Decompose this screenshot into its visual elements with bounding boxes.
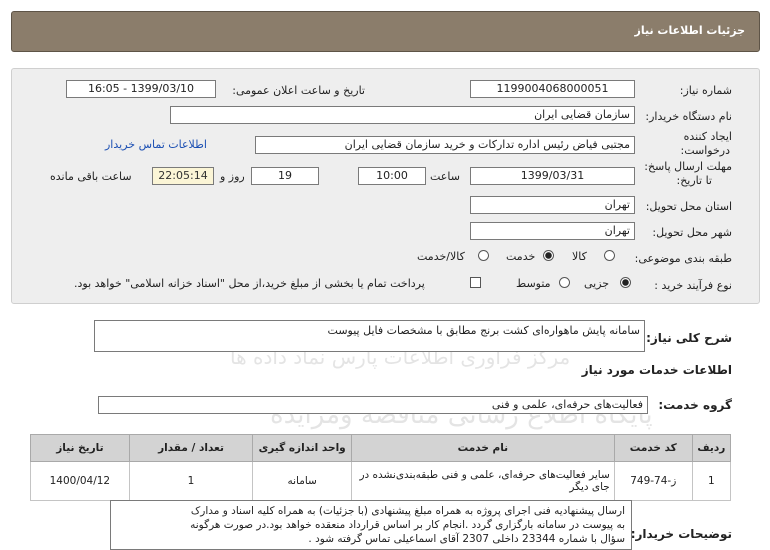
services-table: ردیف کد خدمت نام خدمت واحد اندازه گیری ت… — [30, 434, 732, 501]
announce-field: 1399/03/10 - 16:05 — [66, 80, 216, 98]
days-field: 19 — [251, 167, 319, 185]
treasury-note: پرداخت تمام یا بخشی از مبلغ خرید،از محل … — [74, 277, 425, 290]
treasury-checkbox[interactable] — [470, 277, 481, 288]
category-radio-goods[interactable] — [604, 250, 615, 261]
col-unit: واحد اندازه گیری — [252, 434, 352, 462]
remaining-timer: 22:05:14 — [152, 167, 214, 185]
deadline-label-2: تا تاریخ: — [676, 174, 712, 187]
deadline-time-label: ساعت — [430, 170, 460, 183]
province-field: تهران — [470, 196, 635, 214]
need-number-field: 1199004068000051 — [470, 80, 635, 98]
buyer-notes-line3: سؤال با شماره 23344 داخلی 2307 آقای اسما… — [308, 533, 625, 545]
cell-qty: 1 — [128, 461, 254, 501]
deadline-time-field: 10:00 — [358, 167, 426, 185]
col-date: تاریخ نیاز — [30, 434, 130, 462]
services-heading: اطلاعات خدمات مورد نیاز — [581, 363, 732, 377]
announce-label: تاریخ و ساعت اعلان عمومی: — [232, 84, 365, 97]
cell-code: ز-74-749 — [613, 461, 693, 501]
col-code: کد خدمت — [613, 434, 693, 462]
category-radio-service[interactable] — [543, 250, 554, 261]
province-label: استان محل تحویل: — [645, 200, 732, 213]
deadline-date-field: 1399/03/31 — [470, 167, 635, 185]
remaining-label: ساعت باقی مانده — [50, 170, 132, 183]
page-title-bar: جزئیات اطلاعات نیاز — [11, 11, 760, 52]
col-row: ردیف — [691, 434, 732, 462]
days-label: روز و — [220, 170, 245, 183]
summary-label: شرح کلی نیاز: — [646, 331, 732, 345]
cell-unit: سامانه — [252, 461, 352, 501]
service-group-label: گروه خدمت: — [658, 398, 732, 412]
col-name: نام خدمت — [351, 434, 615, 462]
creator-label-2: درخواست: — [680, 144, 730, 157]
buyer-contact-link[interactable]: اطلاعات تماس خریدار — [105, 138, 207, 151]
cell-date: 1400/04/12 — [30, 461, 130, 501]
creator-field: مجتبی فیاض رئیس اداره تدارکات و خرید ساز… — [255, 136, 635, 154]
buyer-notes-label: توضیحات خریدار: — [630, 527, 732, 541]
city-field: تهران — [470, 222, 635, 240]
page-title: جزئیات اطلاعات نیاز — [634, 24, 746, 37]
deadline-label-1: مهلت ارسال پاسخ: — [644, 160, 732, 173]
need-number-label: شماره نیاز: — [679, 84, 732, 97]
cell-row: 1 — [691, 461, 732, 501]
process-label: نوع فرآیند خرید : — [654, 279, 732, 292]
creator-label-1: ایجاد کننده — [683, 130, 732, 143]
buyer-field: سازمان قضایی ایران — [170, 106, 635, 124]
table-row: 1 ز-74-749 سایر فعالیت‌های حرفه‌ای، علمی… — [30, 461, 732, 501]
service-group-field: فعالیت‌های حرفه‌ای، علمی و فنی — [98, 396, 648, 414]
buyer-notes-line2: به پیوست در سامانه بارگزاری گردد .انجام … — [190, 519, 625, 531]
table-header-row: ردیف کد خدمت نام خدمت واحد اندازه گیری ت… — [30, 434, 732, 462]
category-radio-goods-service[interactable] — [478, 250, 489, 261]
process-radio-medium[interactable] — [559, 277, 570, 288]
col-qty: تعداد / مقدار — [128, 434, 254, 462]
buyer-label: نام دستگاه خریدار: — [645, 110, 732, 123]
buyer-notes-line1: ارسال پیشنهادیه فنی اجرای پروژه به همراه… — [190, 505, 625, 517]
process-radio-partial[interactable] — [620, 277, 631, 288]
summary-text: سامانه پایش ماهواره‌ای کشت برنج مطابق با… — [327, 324, 640, 337]
process-option-medium: متوسط — [516, 277, 551, 290]
category-option-goods-service: کالا/خدمت — [417, 250, 465, 263]
summary-field: سامانه پایش ماهواره‌ای کشت برنج مطابق با… — [94, 320, 645, 352]
need-info-panel — [11, 68, 760, 304]
cell-name: سایر فعالیت‌های حرفه‌ای، علمی و فنی طبقه… — [351, 461, 615, 501]
category-option-service: خدمت — [506, 250, 536, 263]
process-option-partial: جزیی — [584, 277, 610, 290]
city-label: شهر محل تحویل: — [652, 226, 732, 239]
category-option-goods: کالا — [572, 250, 587, 263]
category-label: طبقه بندی موضوعی: — [634, 252, 732, 265]
buyer-notes-field: ارسال پیشنهادیه فنی اجرای پروژه به همراه… — [110, 500, 632, 550]
